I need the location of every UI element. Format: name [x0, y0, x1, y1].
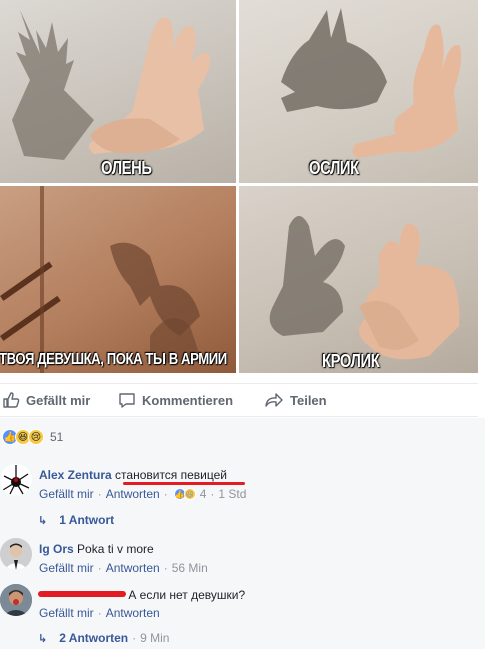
- caption-donkey: ОСЛИК: [309, 158, 359, 178]
- panel-donkey: ОСЛИК: [239, 0, 478, 183]
- post-image[interactable]: ОЛЕНЬ ОСЛИК ТВОЯ ДЕВУШКА, ПОКА ТЫ В АРМИ…: [0, 0, 478, 373]
- comment-text: становится певицей: [115, 468, 228, 482]
- comment-reply-link[interactable]: Antworten: [106, 561, 160, 575]
- share-label: Teilen: [290, 392, 327, 408]
- panel-deer: ОЛЕНЬ: [0, 0, 236, 183]
- panel-girlfriend: ТВОЯ ДЕВУШКА, ПОКА ТЫ В АРМИИ: [0, 186, 236, 373]
- comment-timestamp[interactable]: 1 Std: [218, 487, 246, 501]
- sad-reaction-icon: 😢: [28, 429, 44, 445]
- comment-timestamp[interactable]: 56 Min: [172, 561, 208, 575]
- person-avatar-icon: [0, 584, 32, 616]
- comment-bubble-icon: [119, 393, 135, 408]
- share-arrow-icon: [265, 393, 283, 407]
- comment-author[interactable]: Alex Zentura: [39, 468, 112, 482]
- caption-rabbit: КРОЛИК: [322, 351, 380, 371]
- comment-like-link[interactable]: Gefällt mir: [39, 561, 94, 575]
- comments-section: 👍 😆 😢 51 Alex Zentura становится певицей…: [0, 418, 485, 649]
- comment-like-link[interactable]: Gefällt mir: [39, 487, 94, 501]
- comment-3-meta: Gefällt mir · Antworten: [39, 606, 160, 620]
- comment-button[interactable]: Kommentieren: [118, 391, 233, 409]
- comment-label: Kommentieren: [142, 392, 234, 408]
- person-avatar-icon: [0, 538, 32, 570]
- donkey-shadow-illustration: [281, 8, 462, 159]
- comment-2: Ig Ors Poka ti v more: [39, 542, 154, 556]
- comment-text: Poka ti v more: [77, 542, 154, 556]
- reply-arrow-icon: ↳: [38, 514, 48, 527]
- comment-1: Alex Zentura становится певицей: [39, 468, 227, 482]
- avatar[interactable]: [0, 584, 32, 616]
- panel-rabbit: КРОЛИК: [239, 186, 478, 373]
- thumbs-up-icon: [3, 392, 20, 408]
- share-button[interactable]: Teilen: [264, 391, 327, 409]
- reaction-count: 51: [50, 430, 64, 444]
- comment-reaction-count: 4: [199, 487, 207, 501]
- deer-shadow-illustration: [12, 10, 211, 160]
- post-action-bar: Gefällt mir Kommentieren Teilen: [0, 383, 478, 417]
- view-replies-link[interactable]: ↳ 1 Antwort: [38, 513, 114, 527]
- replies-timestamp: 9 Min: [140, 631, 170, 645]
- comment-like-link[interactable]: Gefällt mir: [39, 606, 94, 620]
- reactions-summary[interactable]: 👍 😆 😢 51: [2, 429, 63, 445]
- view-replies-link[interactable]: ↳ 2 Antworten · 9 Min: [38, 631, 169, 645]
- comment-1-meta: Gefällt mir · Antworten · 👍 😆 4 · 1 Std: [39, 487, 247, 501]
- replies-count-label: 1 Antwort: [59, 513, 115, 527]
- like-button[interactable]: Gefällt mir: [2, 391, 90, 409]
- like-label: Gefällt mir: [26, 392, 91, 408]
- comment-text: А если нет девушки?: [128, 588, 246, 602]
- reply-arrow-icon: ↳: [38, 632, 48, 645]
- comment-reply-link[interactable]: Antworten: [106, 487, 160, 501]
- comment-author[interactable]: Ig Ors: [39, 542, 74, 556]
- caption-deer: ОЛЕНЬ: [101, 158, 152, 178]
- avatar[interactable]: [0, 538, 32, 570]
- red-underline-mark: [123, 482, 245, 485]
- caption-girlfriend: ТВОЯ ДЕВУШКА, ПОКА ТЫ В АРМИИ: [0, 351, 227, 368]
- spider-avatar-icon: [2, 465, 30, 495]
- avatar[interactable]: [0, 464, 32, 496]
- redacted-name-mark: [38, 591, 126, 597]
- rabbit-shadow-illustration: [269, 216, 460, 360]
- girlfriend-shadow-illustration: [0, 186, 200, 373]
- comment-2-meta: Gefällt mir · Antworten · 56 Min: [39, 561, 208, 575]
- replies-count-label: 2 Antworten: [59, 631, 129, 645]
- haha-reaction-icon: 😆: [183, 488, 196, 500]
- comment-reactions[interactable]: 👍 😆: [173, 488, 196, 500]
- comment-reply-link[interactable]: Antworten: [106, 606, 160, 620]
